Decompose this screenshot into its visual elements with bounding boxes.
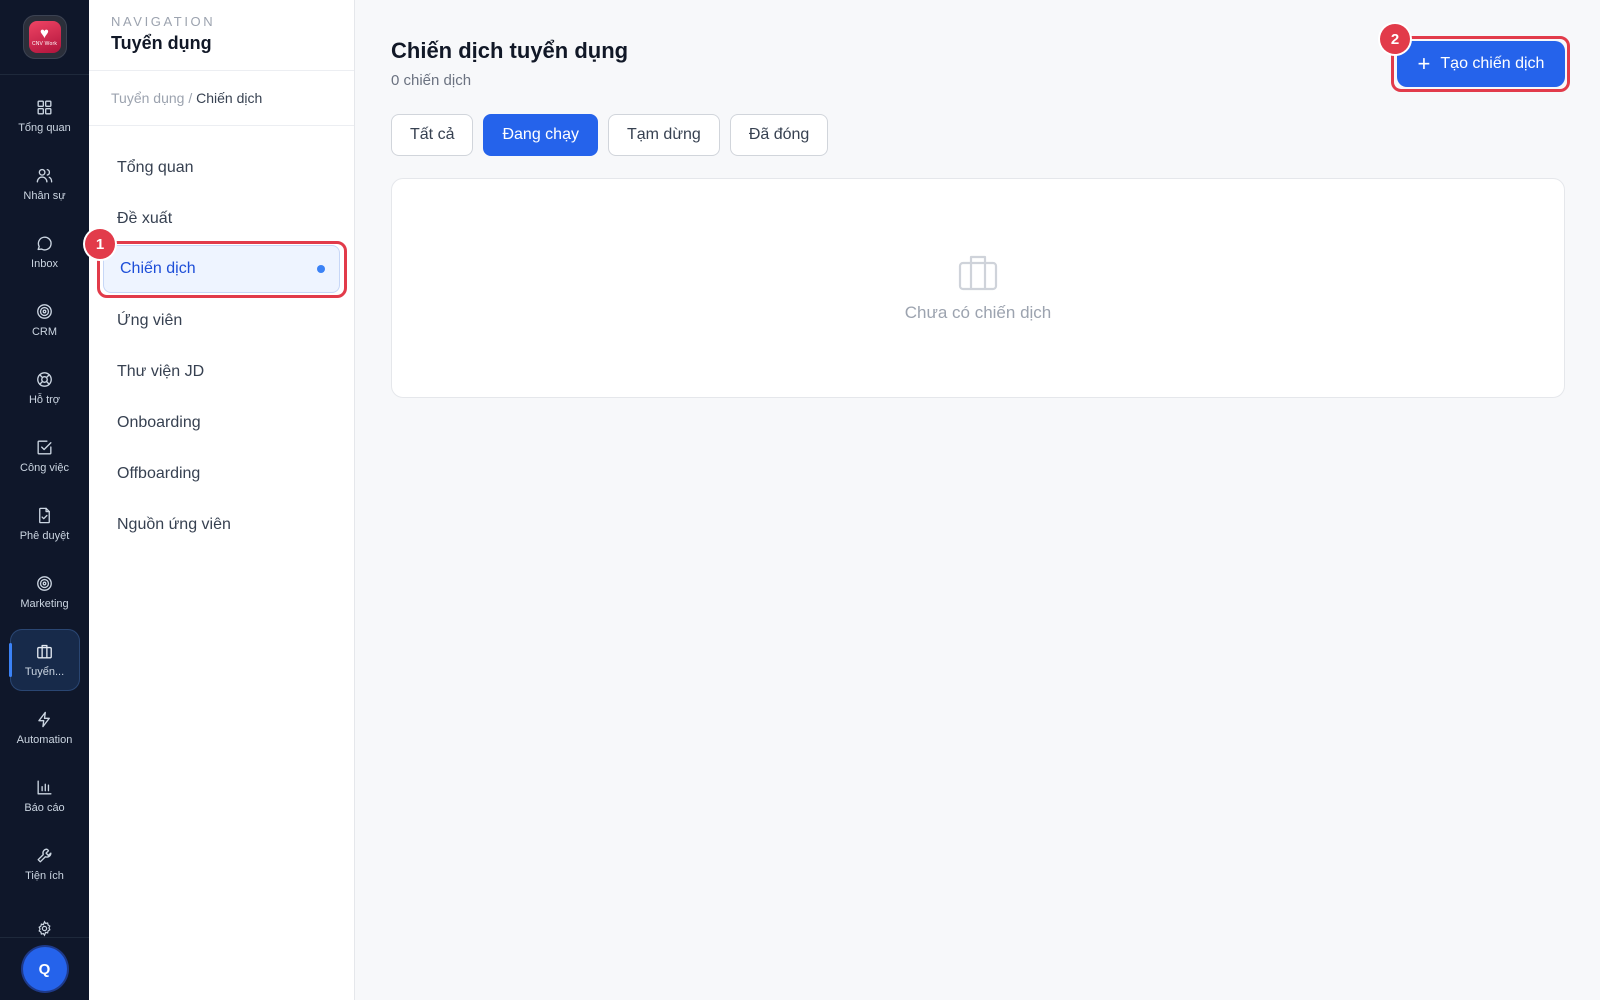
tab-paused[interactable]: Tạm dừng — [607, 114, 720, 156]
nav-item-de-xuat[interactable]: Đề xuất — [101, 193, 342, 244]
rail-item-nhan-su[interactable]: Nhân sự — [10, 153, 80, 215]
tab-running[interactable]: Đang chạy — [483, 114, 598, 156]
nav-item-tong-quan[interactable]: Tổng quan — [101, 142, 342, 193]
main-content: Chiến dịch tuyển dụng 0 chiến dịch + Tạo… — [355, 0, 1600, 1000]
wrench-icon — [37, 848, 52, 863]
rail-item-ho-tro[interactable]: Hỗ trợ — [10, 357, 80, 419]
target-icon — [37, 576, 52, 591]
avatar[interactable]: Q — [22, 947, 67, 991]
app-root: ♥ CNV Work Tổng quan Nhân sự Inbox CRM H… — [0, 0, 1600, 1000]
nav-item-label: Thư viện JD — [117, 362, 205, 380]
campaign-count: 0 chiến dịch — [391, 72, 472, 89]
nav-title: Tuyển dụng — [111, 33, 212, 53]
empty-state-text: Chưa có chiến dịch — [904, 303, 1052, 322]
nav-item-nguon-ung-vien[interactable]: Nguồn ứng viên — [101, 499, 342, 550]
breadcrumb-separator: / — [184, 90, 197, 106]
nav-item-label: Offboarding — [117, 464, 201, 482]
target-icon — [37, 304, 52, 319]
gear-icon — [38, 920, 51, 937]
nav-header: NAVIGATION Tuyển dụng — [89, 0, 354, 71]
settings-button[interactable] — [0, 920, 89, 937]
nav-item-chien-dich[interactable]: Chiến dịch — [103, 245, 340, 293]
tab-closed[interactable]: Đã đóng — [729, 114, 829, 156]
rail-item-bao-cao[interactable]: Báo cáo — [10, 765, 80, 827]
rail-footer: Q — [0, 937, 89, 1000]
rail-item-automation[interactable]: Automation — [10, 697, 80, 759]
logo-mark: ♥ CNV Work — [28, 21, 61, 53]
nav-item-onboarding[interactable]: Onboarding — [101, 397, 342, 448]
app-logo[interactable]: ♥ CNV Work — [22, 15, 67, 59]
briefcase-icon — [37, 644, 52, 659]
nav-item-label: Tổng quan — [117, 158, 194, 176]
rail-label: Marketing — [20, 598, 69, 610]
rail-item-cong-viec[interactable]: Công việc — [10, 425, 80, 487]
checkbox-icon — [37, 440, 52, 455]
nav-item-thu-vien-jd[interactable]: Thư viện JD — [101, 346, 342, 397]
rail-label: Hỗ trợ — [28, 394, 61, 406]
users-icon — [36, 168, 53, 183]
rail-item-inbox[interactable]: Inbox — [10, 221, 80, 283]
grid-icon — [37, 100, 52, 115]
heart-icon: ♥ — [40, 25, 49, 42]
nav-item-offboarding[interactable]: Offboarding — [101, 448, 342, 499]
create-campaign-label: Tạo chiến dịch — [1440, 55, 1545, 72]
rail-label: Tuyển... — [24, 666, 65, 678]
rail-item-tien-ich[interactable]: Tiện ích — [10, 833, 80, 895]
create-campaign-button[interactable]: + Tạo chiến dịch — [1397, 41, 1565, 87]
rail-item-crm[interactable]: CRM — [10, 289, 80, 351]
breadcrumb-parent[interactable]: Tuyển dụng — [111, 90, 184, 106]
chat-icon — [37, 236, 52, 251]
lightning-icon — [38, 711, 50, 728]
secondary-nav: NAVIGATION Tuyển dụng Tuyển dụng / Chiến… — [89, 0, 355, 1000]
rail-item-tong-quan[interactable]: Tổng quan — [10, 85, 80, 147]
empty-state: Chưa có chiến dịch — [391, 178, 1565, 398]
active-dot — [317, 265, 325, 273]
rail-label: Phê duyệt — [19, 530, 70, 542]
lifebuoy-icon — [37, 372, 52, 387]
briefcase-icon — [958, 255, 998, 291]
rail-label: Tổng quan — [18, 122, 71, 134]
nav-item-label: Nguồn ứng viên — [117, 515, 231, 533]
nav-list: Tổng quan Đề xuất Chiến dịch Ứng viên Th… — [89, 126, 354, 550]
annotation-badge-1: 1 — [85, 229, 115, 259]
logo-brand: CNV Work — [31, 41, 58, 47]
nav-item-label: Ứng viên — [117, 311, 183, 329]
tab-all[interactable]: Tất cả — [391, 114, 474, 156]
rail-label: Công việc — [20, 462, 69, 474]
rail-label: Inbox — [31, 258, 58, 270]
nav-item-ung-vien[interactable]: Ứng viên — [101, 295, 342, 346]
status-tabs: Tất cả Đang chạy Tạm dừng Đã đóng — [391, 114, 829, 156]
breadcrumb: Tuyển dụng / Chiến dịch — [89, 71, 354, 126]
rail-label: Automation — [16, 734, 73, 746]
rail-item-marketing[interactable]: Marketing — [10, 561, 80, 623]
bar-chart-icon — [37, 780, 52, 795]
logo-area: ♥ CNV Work — [0, 0, 89, 75]
rail-label: Tiện ích — [25, 870, 64, 882]
nav-item-label: Đề xuất — [117, 209, 173, 227]
rail-label: Nhân sự — [23, 190, 66, 202]
annotation-badge-2: 2 — [1380, 24, 1410, 54]
breadcrumb-current: Chiến dịch — [196, 90, 263, 106]
rail-item-phe-duyet[interactable]: Phê duyệt — [10, 493, 80, 555]
rail-label: Báo cáo — [24, 802, 65, 814]
nav-caption: NAVIGATION — [111, 14, 216, 29]
rail-label: CRM — [31, 326, 58, 338]
nav-item-label: Onboarding — [117, 413, 201, 431]
plus-icon: + — [1417, 51, 1431, 76]
icon-rail: ♥ CNV Work Tổng quan Nhân sự Inbox CRM H… — [0, 0, 89, 1000]
nav-item-label: Chiến dịch — [120, 260, 196, 277]
page-title: Chiến dịch tuyển dụng — [391, 38, 629, 63]
document-icon — [39, 507, 50, 524]
rail-items: Tổng quan Nhân sự Inbox CRM Hỗ trợ Công … — [8, 75, 80, 901]
rail-item-tuyen-dung[interactable]: Tuyển... — [8, 629, 80, 691]
